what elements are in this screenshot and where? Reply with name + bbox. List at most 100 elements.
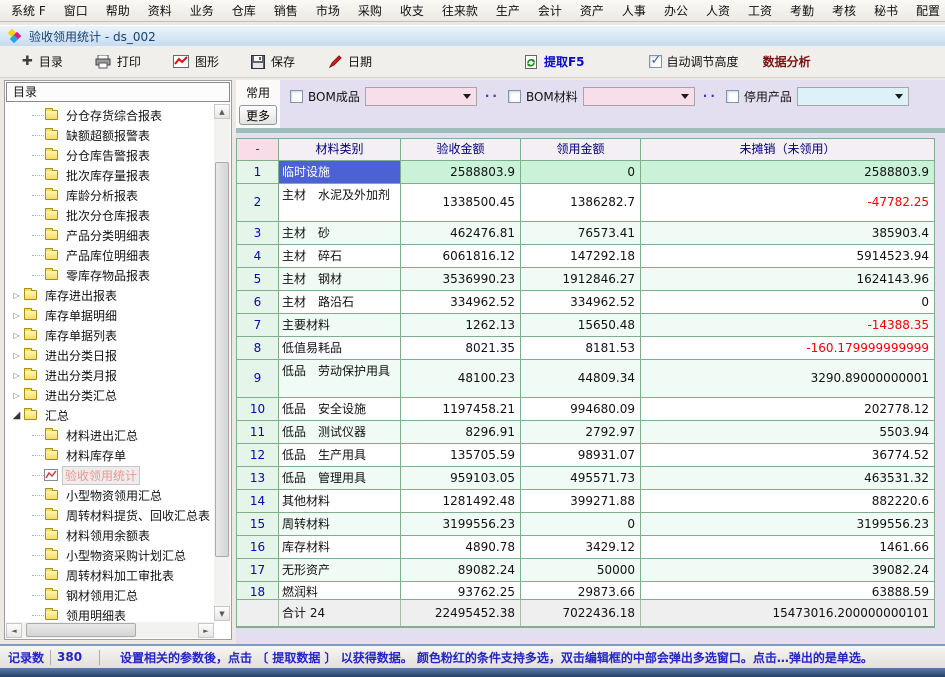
menu-item[interactable]: 资产: [571, 0, 613, 22]
data-analysis-button[interactable]: 数据分析: [755, 50, 819, 73]
scroll-up-icon[interactable]: ▲: [214, 104, 230, 119]
menu-item[interactable]: 往来款: [433, 0, 487, 22]
value-cell[interactable]: 3199556.23: [401, 513, 521, 535]
value-cell[interactable]: 0: [641, 291, 934, 313]
value-cell[interactable]: 8021.35: [401, 337, 521, 359]
value-cell[interactable]: 8296.91: [401, 421, 521, 443]
row-number-cell[interactable]: 7: [237, 314, 279, 336]
collapse-arrow-icon[interactable]: ▷: [10, 391, 23, 400]
category-cell[interactable]: 临时设施: [279, 161, 401, 183]
row-number-cell[interactable]: 2: [237, 184, 279, 221]
save-button[interactable]: 保存: [243, 50, 303, 73]
value-cell[interactable]: 399271.88: [521, 490, 641, 512]
row-number-cell[interactable]: 9: [237, 360, 279, 397]
collapse-arrow-icon[interactable]: ▷: [10, 311, 23, 320]
value-cell[interactable]: 462476.81: [401, 222, 521, 244]
value-cell[interactable]: 89082.24: [401, 559, 521, 581]
category-cell[interactable]: 库存材料: [279, 536, 401, 558]
value-cell[interactable]: 93762.25: [401, 582, 521, 599]
print-button[interactable]: 打印: [87, 50, 149, 73]
value-cell[interactable]: 3429.12: [521, 536, 641, 558]
value-cell[interactable]: 98931.07: [521, 444, 641, 466]
category-cell[interactable]: 低品 劳动保护用具: [279, 360, 401, 397]
category-cell[interactable]: 主要材料: [279, 314, 401, 336]
value-cell[interactable]: 39082.24: [641, 559, 934, 581]
menu-item[interactable]: 秘书: [865, 0, 907, 22]
row-number-cell[interactable]: 4: [237, 245, 279, 267]
value-cell[interactable]: 8181.53: [521, 337, 641, 359]
auto-height-checkbox[interactable]: 自动调节高度: [649, 53, 739, 70]
value-cell[interactable]: 202778.12: [641, 398, 934, 420]
column-header[interactable]: -: [237, 139, 279, 160]
menu-item[interactable]: 仓库: [223, 0, 265, 22]
row-number-cell[interactable]: 17: [237, 559, 279, 581]
graph-button[interactable]: 图形: [165, 50, 227, 73]
value-cell[interactable]: 495571.73: [521, 467, 641, 489]
scroll-down-icon[interactable]: ▼: [214, 606, 230, 621]
tree-item[interactable]: 小型物资采购计划汇总: [6, 545, 214, 565]
column-header[interactable]: 材料类别: [279, 139, 401, 160]
bom-material-checkbox[interactable]: [508, 90, 521, 103]
column-header[interactable]: 领用金额: [521, 139, 641, 160]
tree-item[interactable]: ▷库存进出报表: [6, 285, 214, 305]
tree-item[interactable]: ▷库存单据列表: [6, 325, 214, 345]
column-header[interactable]: 未摊销（未领用）: [641, 139, 934, 160]
tree-item[interactable]: 领用明细表: [6, 605, 214, 621]
tree-item[interactable]: 缺额超额报警表: [6, 125, 214, 145]
category-cell[interactable]: 主材 路沿石: [279, 291, 401, 313]
menu-item[interactable]: 办公: [655, 0, 697, 22]
category-cell[interactable]: 主材 碎石: [279, 245, 401, 267]
menu-item[interactable]: 考勤: [781, 0, 823, 22]
menu-item[interactable]: 人资: [697, 0, 739, 22]
menu-item[interactable]: 采购: [349, 0, 391, 22]
value-cell[interactable]: 994680.09: [521, 398, 641, 420]
tree-item[interactable]: 周转材料提货、回收汇总表: [6, 505, 214, 525]
horizontal-scroll-thumb[interactable]: [26, 623, 136, 637]
category-cell[interactable]: 主材 钢材: [279, 268, 401, 290]
tree-item[interactable]: 钢材领用汇总: [6, 585, 214, 605]
row-number-cell[interactable]: 3: [237, 222, 279, 244]
value-cell[interactable]: 882220.6: [641, 490, 934, 512]
category-cell[interactable]: 低品 测试仪器: [279, 421, 401, 443]
value-cell[interactable]: 6061816.12: [401, 245, 521, 267]
value-cell[interactable]: 1262.13: [401, 314, 521, 336]
menu-item[interactable]: 人事: [613, 0, 655, 22]
value-cell[interactable]: 48100.23: [401, 360, 521, 397]
row-number-cell[interactable]: 5: [237, 268, 279, 290]
value-cell[interactable]: 1386282.7: [521, 184, 641, 221]
tree-item[interactable]: ◢汇总: [6, 405, 214, 425]
vertical-scroll-thumb[interactable]: [215, 162, 229, 557]
value-cell[interactable]: 5914523.94: [641, 245, 934, 267]
collapse-arrow-icon[interactable]: ▷: [10, 331, 23, 340]
menu-item[interactable]: 系统 F: [2, 0, 55, 22]
category-cell[interactable]: 周转材料: [279, 513, 401, 535]
disabled-product-dropdown[interactable]: [797, 87, 909, 106]
value-cell[interactable]: 3290.89000000001: [641, 360, 934, 397]
value-cell[interactable]: 959103.05: [401, 467, 521, 489]
category-cell[interactable]: 主材 水泥及外加剂: [279, 184, 401, 221]
value-cell[interactable]: 29873.66: [521, 582, 641, 599]
category-cell[interactable]: 低品 安全设施: [279, 398, 401, 420]
value-cell[interactable]: 36774.52: [641, 444, 934, 466]
tree-vertical-scrollbar[interactable]: ▲ ▼: [214, 104, 230, 621]
value-cell[interactable]: 334962.52: [401, 291, 521, 313]
filter-tab-common[interactable]: 常用: [246, 84, 270, 101]
row-number-cell[interactable]: 8: [237, 337, 279, 359]
menu-item[interactable]: 销售: [265, 0, 307, 22]
value-cell[interactable]: 0: [521, 513, 641, 535]
tree-item[interactable]: ▷进出分类日报: [6, 345, 214, 365]
value-cell[interactable]: 334962.52: [521, 291, 641, 313]
value-cell[interactable]: -47782.25: [641, 184, 934, 221]
value-cell[interactable]: 1197458.21: [401, 398, 521, 420]
menu-item[interactable]: 生产: [487, 0, 529, 22]
row-number-cell[interactable]: 11: [237, 421, 279, 443]
value-cell[interactable]: 76573.41: [521, 222, 641, 244]
value-cell[interactable]: 135705.59: [401, 444, 521, 466]
bom-product-dropdown[interactable]: [365, 87, 477, 106]
disabled-product-checkbox[interactable]: [726, 90, 739, 103]
row-number-cell[interactable]: 12: [237, 444, 279, 466]
date-button[interactable]: 日期: [319, 50, 380, 73]
collapse-arrow-icon[interactable]: ▷: [10, 371, 23, 380]
row-number-cell[interactable]: 14: [237, 490, 279, 512]
tree-item[interactable]: ▷库存单据明细: [6, 305, 214, 325]
